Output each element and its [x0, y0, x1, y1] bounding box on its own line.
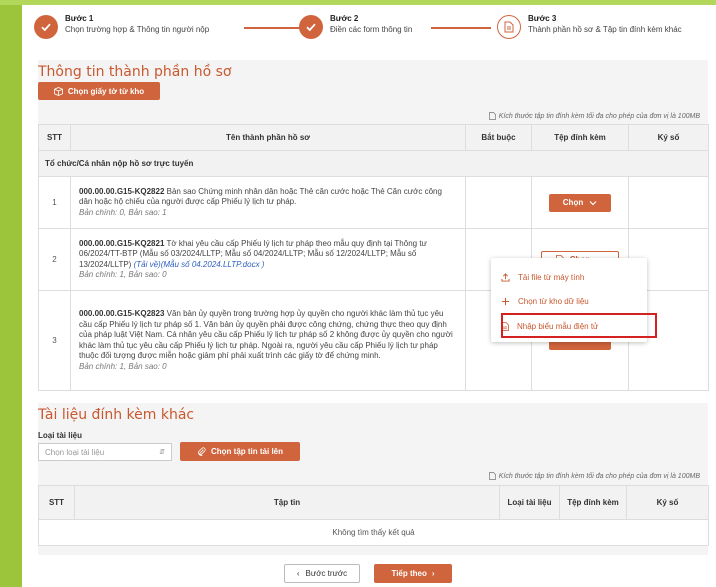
- size-note: Kích thước tập tin đính kèm tối đa cho p…: [488, 112, 700, 120]
- required-cell: [465, 176, 532, 229]
- row-stt: 1: [38, 176, 71, 229]
- document-type-label: Loại tài liệu: [38, 431, 83, 440]
- document-cell: 000.00.00.G15-KQ2823 Văn bản ủy quyền tr…: [70, 290, 466, 391]
- column-header: Tệp đính kèm: [531, 124, 629, 151]
- chevron-down-icon: [589, 200, 597, 205]
- attachment-cell: Chọn: [531, 176, 629, 229]
- empty-row: Không tìm thấy kết quả: [38, 519, 709, 546]
- menu-item-label: Tải file từ máy tính: [518, 272, 585, 282]
- step-2-title: Bước 2: [330, 14, 359, 23]
- column-header: Tập tin: [74, 485, 500, 520]
- highlight-box: [501, 313, 657, 338]
- table-header-row: STT Tên thành phần hồ sơ Bắt buộc Tệp đí…: [38, 124, 709, 151]
- pick-from-repo-label: Chọn giấy tờ từ kho: [67, 86, 145, 96]
- column-header: Tệp đính kèm: [559, 485, 627, 520]
- documents-title: Thông tin thành phần hồ sơ: [38, 64, 232, 80]
- table-header-row: STT Tập tin Loại tài liệu Tệp đính kèm K…: [38, 485, 709, 520]
- sort-caret-icon: ⇵: [159, 449, 165, 456]
- step-connector-2: [431, 27, 491, 29]
- step-3-desc: Thành phần hồ sơ & Tập tin đính kèm khác: [528, 25, 682, 34]
- step-2[interactable]: Bước 2 Điền các form thông tin: [299, 13, 412, 39]
- file-icon: [488, 472, 496, 480]
- download-template-link[interactable]: (Tải về)(Mẫu số 04.2024.LLTP.docx ): [134, 260, 265, 269]
- column-header: Ký số: [628, 124, 709, 151]
- step-2-desc: Điền các form thông tin: [330, 25, 413, 34]
- step-3-title: Bước 3: [528, 14, 557, 23]
- paperclip-icon: [198, 447, 206, 456]
- box-icon: [53, 86, 63, 96]
- stepper: Bước 1 Chọn trường hợp & Thông tin người…: [34, 13, 714, 53]
- document-type-placeholder: Chọn loại tài liệu: [45, 447, 105, 457]
- step-1-desc: Chọn trường hợp & Thông tin người nộp: [65, 25, 210, 34]
- document-code: 000.00.00.G15-KQ2822: [79, 186, 165, 196]
- empty-text: Không tìm thấy kết quả: [38, 519, 709, 546]
- attachments-table: STT Tập tin Loại tài liệu Tệp đính kèm K…: [38, 485, 709, 546]
- document-code: 000.00.00.G15-KQ2821: [79, 238, 165, 248]
- step-1-title: Bước 1: [65, 14, 94, 23]
- chevron-left-icon: ‹: [296, 569, 300, 578]
- document-copies: Bản chính: 1, Bản sao: 0: [79, 270, 167, 279]
- size-note-text: Kích thước tập tin đính kèm tối đa cho p…: [498, 472, 700, 480]
- column-header: Bắt buộc: [465, 124, 532, 151]
- group-row: Tổ chức/Cá nhân nộp hồ sơ trực tuyến: [38, 150, 709, 177]
- document-code: 000.00.00.G15-KQ2823: [79, 309, 165, 318]
- step-connector-1: [244, 27, 304, 29]
- document-cell: 000.00.00.G15-KQ2821 Tờ khai yêu cầu cấp…: [70, 228, 466, 291]
- document-icon: [497, 15, 521, 39]
- upload-file-label: Chọn tập tin tải lên: [211, 447, 283, 456]
- row-stt: 3: [38, 290, 71, 391]
- file-icon: [488, 112, 496, 120]
- document-cell: 000.00.00.G15-KQ2822 Bản sao Chứng minh …: [70, 176, 466, 229]
- document-type-select[interactable]: Chọn loại tài liệu ⇵: [38, 443, 172, 461]
- pick-from-repo-button[interactable]: Chọn giấy tờ từ kho: [38, 82, 160, 100]
- menu-item-upload-from-computer[interactable]: Tải file từ máy tính: [491, 266, 647, 288]
- document-copies: Bản chính: 0, Bản sao: 1: [79, 207, 167, 217]
- table-row: 1 000.00.00.G15-KQ2822 Bản sao Chứng min…: [38, 176, 709, 229]
- step-1[interactable]: Bước 1 Chọn trường hợp & Thông tin người…: [34, 13, 209, 39]
- other-attachments-title: Tài liệu đính kèm khác: [38, 407, 195, 423]
- size-note-text: Kích thước tập tin đính kèm tối đa cho p…: [498, 112, 700, 120]
- size-note: Kích thước tập tin đính kèm tối đa cho p…: [488, 472, 700, 480]
- column-header: Ký số: [626, 485, 709, 520]
- chevron-right-icon: ›: [431, 569, 435, 578]
- next-button[interactable]: Tiếp theo ›: [374, 564, 452, 583]
- column-header: Tên thành phần hồ sơ: [70, 124, 466, 151]
- step-3[interactable]: Bước 3 Thành phần hồ sơ & Tập tin đính k…: [497, 13, 682, 39]
- menu-item-label: Chọn từ kho dữ liệu: [518, 296, 589, 306]
- back-label: Bước trước: [305, 569, 348, 578]
- upload-file-button[interactable]: Chọn tập tin tải lên: [180, 442, 300, 461]
- choose-label: Chọn: [562, 198, 584, 207]
- check-icon: [34, 15, 58, 39]
- upload-icon: [501, 272, 510, 282]
- column-header: Loại tài liệu: [499, 485, 560, 520]
- column-header: STT: [38, 485, 75, 520]
- plus-icon: [501, 297, 510, 305]
- next-label: Tiếp theo: [391, 569, 427, 578]
- document-copies: Bản chính: 1, Bản sao: 0: [79, 361, 167, 371]
- left-frame: [0, 0, 22, 587]
- signature-cell: [628, 176, 709, 229]
- column-header: STT: [38, 124, 71, 151]
- menu-item-choose-from-repo[interactable]: Chọn từ kho dữ liệu: [491, 290, 647, 312]
- other-attachments-section: Tài liệu đính kèm khác Loại tài liệu Chọ…: [38, 403, 709, 555]
- choose-button[interactable]: Chọn: [549, 193, 611, 212]
- group-label: Tổ chức/Cá nhân nộp hồ sơ trực tuyến: [38, 150, 709, 177]
- back-button[interactable]: ‹ Bước trước: [284, 564, 360, 583]
- row-stt: 2: [38, 228, 71, 291]
- check-icon: [299, 15, 323, 39]
